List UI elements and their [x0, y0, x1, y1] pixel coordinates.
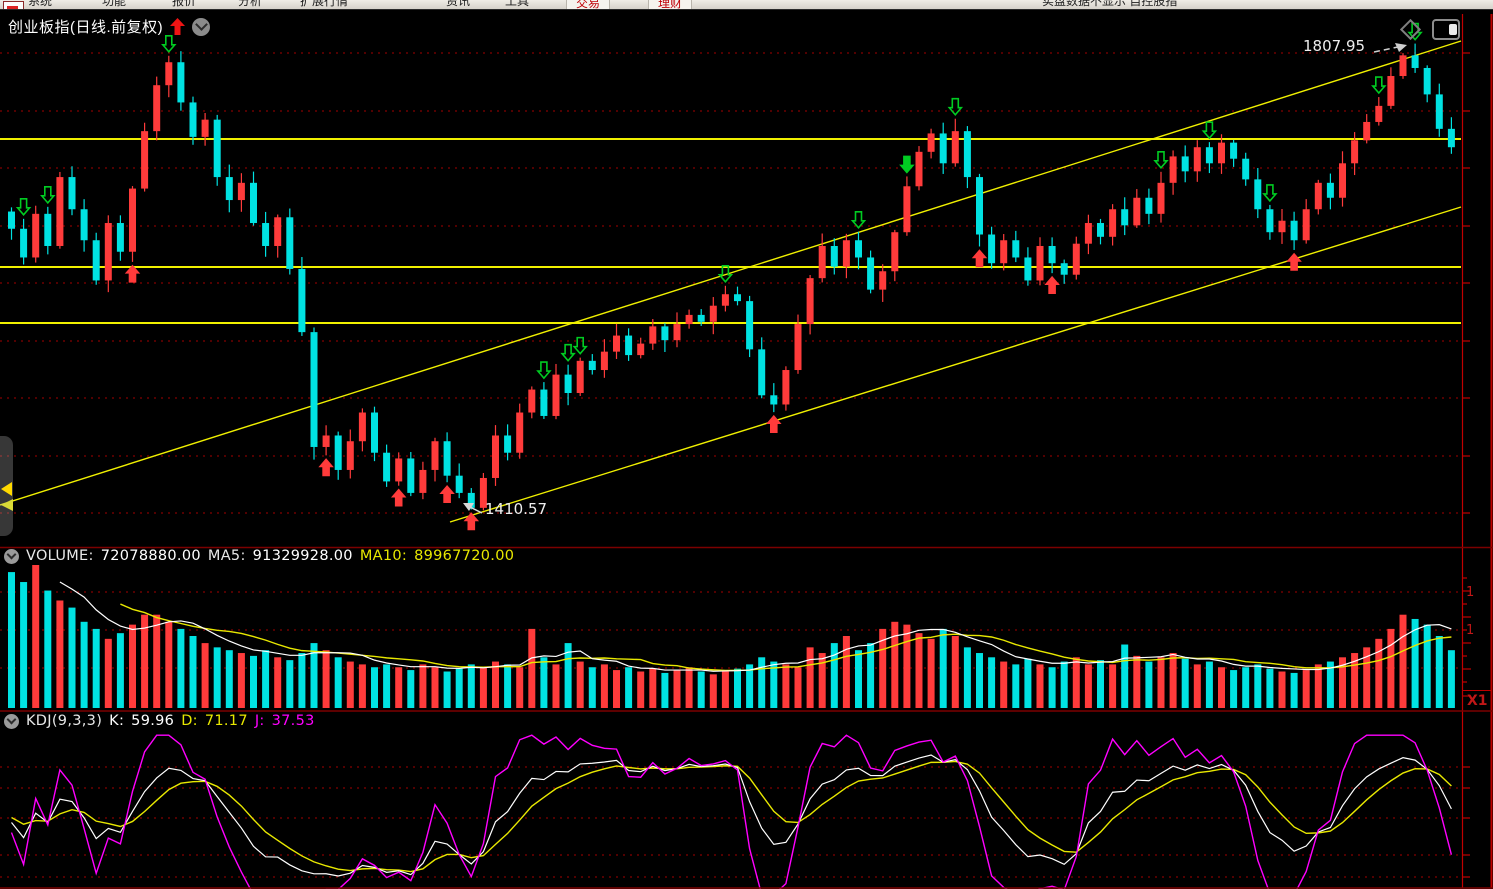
low-price-annotation: 1410.57: [485, 500, 547, 518]
chart-title: 创业板指(日线.前复权): [8, 16, 163, 37]
kdj-d-label: D:: [181, 713, 198, 729]
title-chevron-down-icon[interactable]: [192, 18, 210, 36]
kdj-j-label: J:: [255, 713, 265, 729]
kdj-d-value: 71.17: [205, 713, 248, 729]
volume-label: VOLUME:: [26, 548, 94, 564]
trading-app-window: 实盘数据不显示 自控股指 系统功能报价分析扩展行情资讯工具交易理财 创业板指(日…: [0, 0, 1493, 889]
volume-axis-label: 1: [1466, 585, 1474, 600]
volume-chevron-down-icon[interactable]: [4, 549, 19, 564]
kdj-k-value: 59.96: [131, 713, 174, 729]
peak-price-annotation: 1807.95: [1303, 37, 1365, 55]
kdj-label: KDJ(9,3,3): [26, 713, 102, 729]
volume-ma5-label: MA5:: [208, 548, 246, 564]
kdj-k-label: K:: [109, 713, 124, 729]
pane-corner-icons: [1403, 19, 1460, 40]
volume-ma5-value: 91329928.00: [253, 548, 353, 564]
volume-pane-header: VOLUME: 72078880.00 MA5: 91329928.00 MA1…: [4, 548, 514, 564]
split-window-icon[interactable]: [1432, 19, 1460, 40]
diamond-icon[interactable]: [1400, 19, 1421, 40]
candlestick-chart-canvas[interactable]: [0, 0, 1493, 889]
volume-value: 72078880.00: [101, 548, 201, 564]
volume-axis-label: 1: [1466, 623, 1474, 638]
volume-ma10-value: 89967720.00: [414, 548, 514, 564]
trendline-start-arrow-icon: [1, 482, 12, 496]
kdj-j-value: 37.53: [272, 713, 315, 729]
left-panel-handle[interactable]: [0, 436, 13, 536]
chart-title-row: 创业板指(日线.前复权): [8, 16, 210, 37]
kdj-pane-header: KDJ(9,3,3) K: 59.96 D: 71.17 J: 37.53: [4, 713, 315, 729]
kdj-chevron-down-icon[interactable]: [4, 714, 19, 729]
red-up-arrow-icon: [170, 18, 185, 35]
x1-zoom-badge: X1: [1467, 693, 1488, 709]
volume-ma10-label: MA10:: [360, 548, 407, 564]
